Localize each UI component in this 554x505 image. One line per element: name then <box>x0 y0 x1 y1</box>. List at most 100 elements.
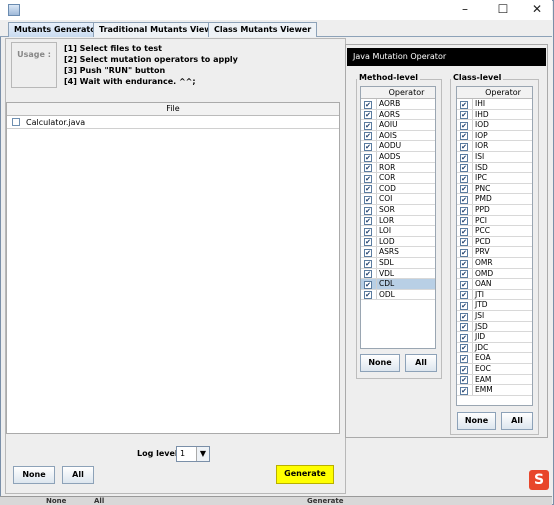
operator-checkbox[interactable]: ✔ <box>364 132 372 141</box>
operator-row-coi[interactable]: ✔ COI <box>361 194 435 205</box>
operator-row-cdl[interactable]: ✔ CDL <box>361 279 435 290</box>
operator-row-jdc[interactable]: ✔ JDC <box>457 342 532 354</box>
operator-checkbox[interactable]: ✔ <box>460 354 468 363</box>
file-all-button[interactable]: All <box>62 466 94 484</box>
operator-row-cor[interactable]: ✔ COR <box>361 173 435 184</box>
method-all-button[interactable]: All <box>405 354 437 372</box>
operator-checkbox[interactable]: ✔ <box>364 227 372 236</box>
operator-checkbox[interactable]: ✔ <box>364 142 372 151</box>
operator-row-iod[interactable]: ✔ IOD <box>457 120 532 131</box>
operator-row-ihd[interactable]: ✔ IHD <box>457 109 532 121</box>
operator-row-aois[interactable]: ✔ AOIS <box>361 130 435 142</box>
close-button[interactable]: ✕ <box>522 0 552 20</box>
operator-checkbox[interactable]: ✔ <box>364 280 372 289</box>
operator-row-oan[interactable]: ✔ OAN <box>457 279 532 290</box>
operator-checkbox[interactable]: ✔ <box>364 174 372 183</box>
operator-checkbox[interactable]: ✔ <box>460 259 468 268</box>
operator-row-pcc[interactable]: ✔ PCC <box>457 226 532 237</box>
operator-checkbox[interactable]: ✔ <box>364 100 372 109</box>
operator-checkbox[interactable]: ✔ <box>460 376 468 385</box>
operator-checkbox[interactable]: ✔ <box>364 206 372 215</box>
operator-checkbox[interactable]: ✔ <box>460 164 468 173</box>
operator-row-emm[interactable]: ✔ EMM <box>457 385 532 396</box>
generate-button[interactable]: Generate <box>276 465 334 484</box>
operator-checkbox[interactable]: ✔ <box>460 206 468 215</box>
operator-row-lor[interactable]: ✔ LOR <box>361 215 435 227</box>
tab-traditional-mutants-viewer[interactable]: Traditional Mutants Viewer <box>93 22 227 37</box>
operator-checkbox[interactable]: ✔ <box>460 174 468 183</box>
operator-row-jti[interactable]: ✔ JTI <box>457 289 532 301</box>
log-level-select[interactable]: 1 ▼ <box>176 446 210 462</box>
minimize-button[interactable]: – <box>450 0 480 20</box>
operator-checkbox[interactable]: ✔ <box>364 248 372 257</box>
operator-row-lod[interactable]: ✔ LOD <box>361 236 435 248</box>
operator-checkbox[interactable]: ✔ <box>460 132 468 141</box>
operator-row-aods[interactable]: ✔ AODS <box>361 152 435 163</box>
chevron-down-icon[interactable]: ▼ <box>196 447 209 461</box>
operator-row-omd[interactable]: ✔ OMD <box>457 268 532 280</box>
operator-checkbox[interactable]: ✔ <box>460 270 468 279</box>
operator-row-jsd[interactable]: ✔ JSD <box>457 321 532 333</box>
operator-row-cod[interactable]: ✔ COD <box>361 183 435 195</box>
usage-button[interactable]: Usage : <box>11 42 57 88</box>
operator-row-sor[interactable]: ✔ SOR <box>361 205 435 216</box>
operator-row-jsi[interactable]: ✔ JSI <box>457 311 532 322</box>
operator-row-iop[interactable]: ✔ IOP <box>457 130 532 142</box>
operator-checkbox[interactable]: ✔ <box>460 142 468 151</box>
operator-row-jtd[interactable]: ✔ JTD <box>457 300 532 311</box>
operator-checkbox[interactable]: ✔ <box>364 164 372 173</box>
tab-class-mutants-viewer[interactable]: Class Mutants Viewer <box>208 22 318 37</box>
operator-checkbox[interactable]: ✔ <box>460 312 468 321</box>
operator-row-eoc[interactable]: ✔ EOC <box>457 364 532 375</box>
operator-row-isi[interactable]: ✔ ISI <box>457 152 532 163</box>
operator-checkbox[interactable]: ✔ <box>460 280 468 289</box>
tab-mutants-generator[interactable]: Mutants Generator <box>8 22 106 37</box>
operator-checkbox[interactable]: ✔ <box>460 386 468 395</box>
operator-row-vdl[interactable]: ✔ VDL <box>361 268 435 280</box>
operator-checkbox[interactable]: ✔ <box>460 301 468 310</box>
method-none-button[interactable]: None <box>360 354 400 372</box>
operator-checkbox[interactable]: ✔ <box>460 291 468 300</box>
operator-row-pcd[interactable]: ✔ PCD <box>457 236 532 248</box>
operator-checkbox[interactable]: ✔ <box>460 323 468 332</box>
operator-row-prv[interactable]: ✔ PRV <box>457 247 532 258</box>
operator-row-pmd[interactable]: ✔ PMD <box>457 194 532 205</box>
operator-checkbox[interactable]: ✔ <box>460 227 468 236</box>
operator-checkbox[interactable]: ✔ <box>364 121 372 130</box>
operator-checkbox[interactable]: ✔ <box>460 333 468 342</box>
operator-row-sdl[interactable]: ✔ SDL <box>361 258 435 269</box>
table-row[interactable]: Calculator.java <box>7 117 339 129</box>
class-all-button[interactable]: All <box>501 412 533 430</box>
operator-row-aorb[interactable]: ✔ AORB <box>361 99 435 110</box>
operator-row-ppd[interactable]: ✔ PPD <box>457 205 532 216</box>
operator-row-jid[interactable]: ✔ JID <box>457 332 532 343</box>
operator-row-eam[interactable]: ✔ EAM <box>457 374 532 386</box>
operator-checkbox[interactable]: ✔ <box>460 365 468 374</box>
operator-row-ror[interactable]: ✔ ROR <box>361 162 435 174</box>
class-none-button[interactable]: None <box>457 412 496 430</box>
operator-row-ior[interactable]: ✔ IOR <box>457 141 532 152</box>
operator-row-pci[interactable]: ✔ PCI <box>457 215 532 227</box>
operator-checkbox[interactable]: ✔ <box>460 185 468 194</box>
operator-row-pnc[interactable]: ✔ PNC <box>457 183 532 195</box>
operator-checkbox[interactable]: ✔ <box>460 111 468 120</box>
operator-row-isd[interactable]: ✔ ISD <box>457 162 532 174</box>
operator-checkbox[interactable]: ✔ <box>364 270 372 279</box>
operator-checkbox[interactable]: ✔ <box>460 238 468 247</box>
operator-row-ihi[interactable]: ✔ IHI <box>457 99 532 110</box>
operator-row-omr[interactable]: ✔ OMR <box>457 258 532 269</box>
operator-checkbox[interactable]: ✔ <box>364 153 372 162</box>
operator-checkbox[interactable]: ✔ <box>460 217 468 226</box>
operator-row-asrs[interactable]: ✔ ASRS <box>361 247 435 258</box>
operator-row-aodu[interactable]: ✔ AODU <box>361 141 435 152</box>
operator-row-ipc[interactable]: ✔ IPC <box>457 173 532 184</box>
operator-row-aoiu[interactable]: ✔ AOIU <box>361 120 435 131</box>
operator-checkbox[interactable]: ✔ <box>460 248 468 257</box>
operator-checkbox[interactable]: ✔ <box>364 195 372 204</box>
operator-checkbox[interactable]: ✔ <box>364 185 372 194</box>
operator-checkbox[interactable]: ✔ <box>364 217 372 226</box>
operator-row-loi[interactable]: ✔ LOI <box>361 226 435 237</box>
operator-checkbox[interactable]: ✔ <box>460 100 468 109</box>
operator-checkbox[interactable]: ✔ <box>460 344 468 353</box>
operator-row-odl[interactable]: ✔ ODL <box>361 289 435 301</box>
